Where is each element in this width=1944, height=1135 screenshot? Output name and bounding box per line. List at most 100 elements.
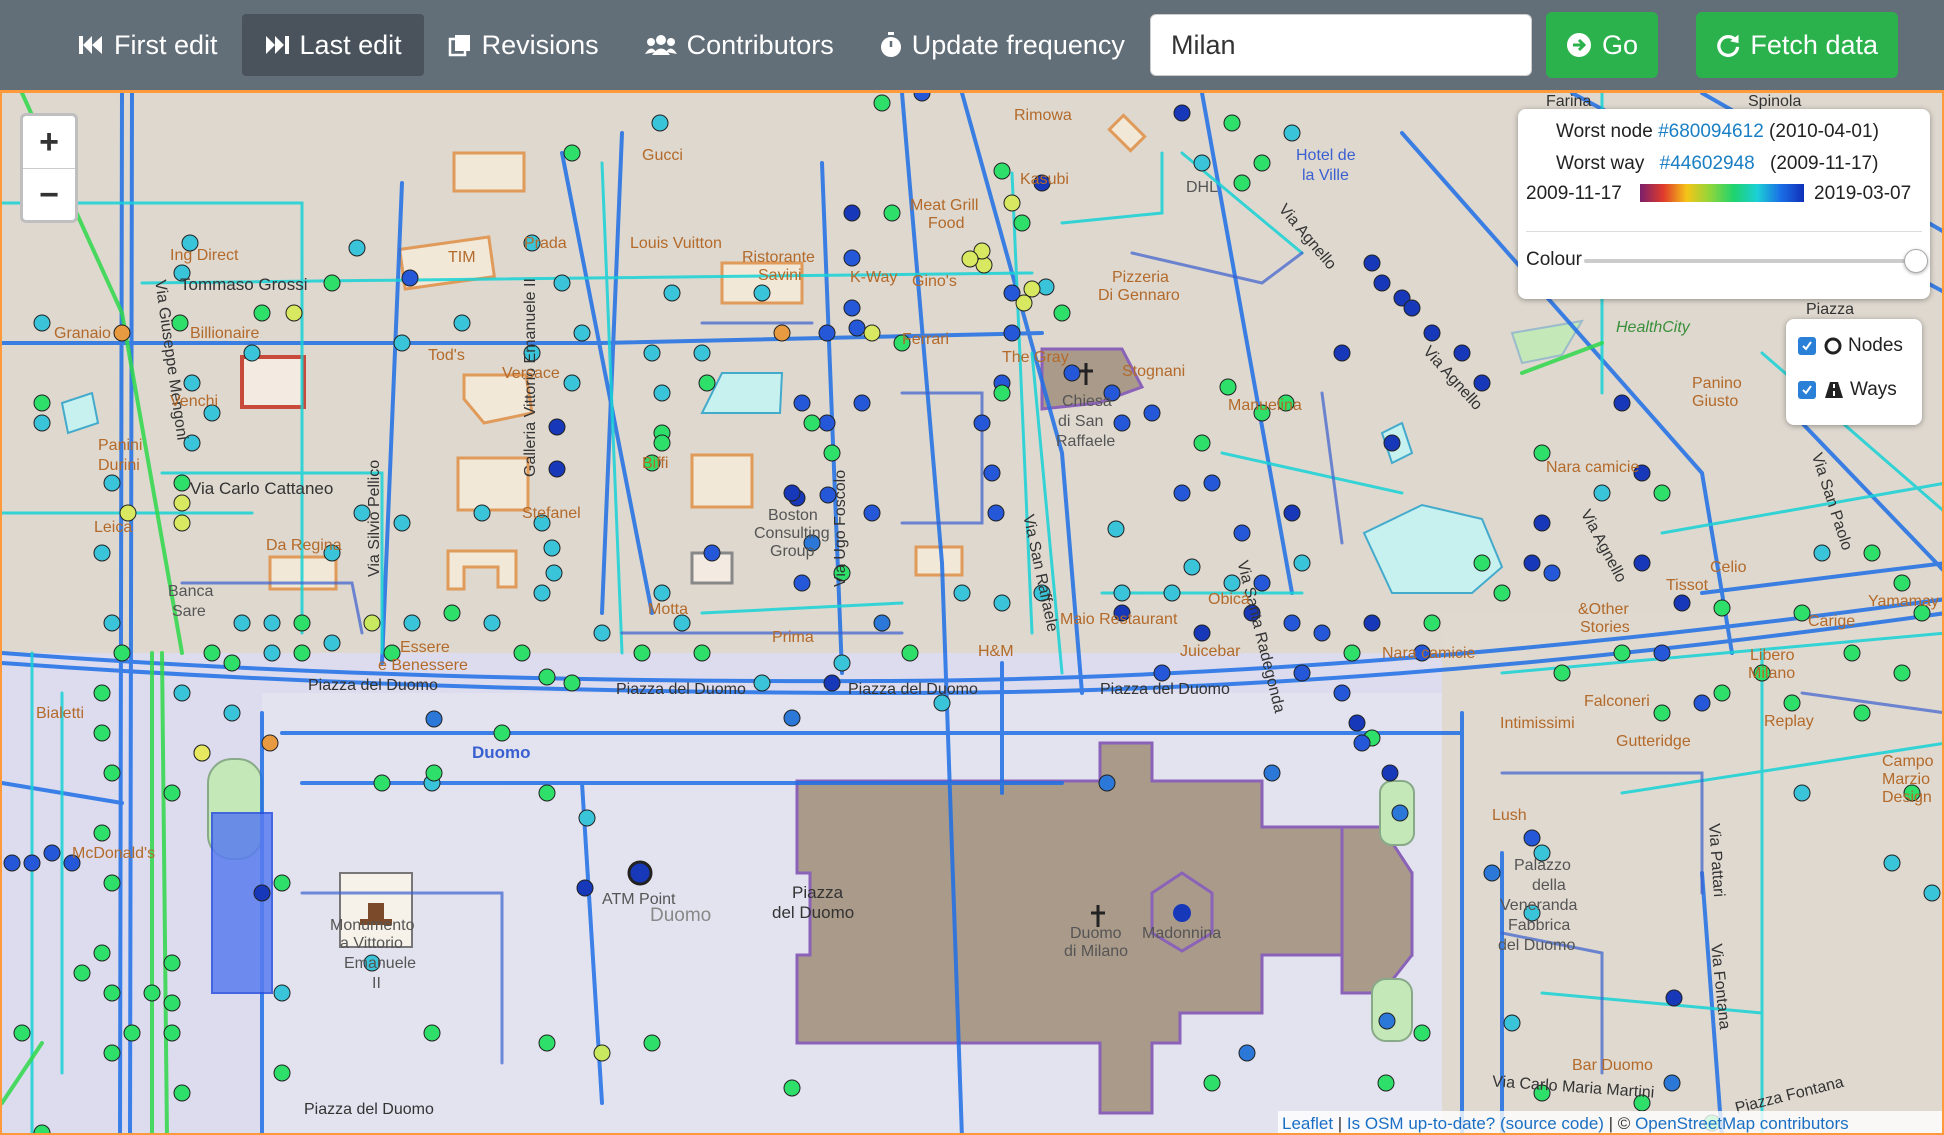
poi-label: Gucci [642,147,683,164]
leaflet-link[interactable]: Leaflet [1282,1114,1333,1133]
place-label: Madonnina [1142,925,1222,942]
tab-last-edit-label: Last edit [299,29,402,60]
poi-label: Replay [1764,713,1814,730]
worst-way-date: (2009-11-17) [1770,153,1879,174]
poi-label: Ferrari [902,331,950,348]
go-button[interactable]: Go [1546,12,1659,78]
poi-label: H&M [978,643,1014,660]
location-search-input[interactable] [1150,14,1532,76]
poi-label: Maio Restaurant [1060,611,1178,628]
legend-divider [1526,231,1922,232]
poi-label: Di Gennaro [1098,287,1180,304]
tab-first-edit-label: First edit [114,29,218,60]
source-code-link[interactable]: (source code) [1500,1114,1604,1133]
poi-label: Yamamay [1868,593,1939,610]
zoom-in-button[interactable]: + [23,116,75,168]
worst-node-date: (2010-04-01) [1769,121,1879,142]
fetch-data-button[interactable]: Fetch data [1696,12,1898,78]
poi-label: TIM [448,249,476,266]
place-label: Duomo [472,743,531,762]
poi-label: Kasubi [1020,171,1069,188]
place-label: la Ville [1302,167,1349,184]
place-label: Raffaele [1056,433,1116,450]
layer-control: Nodes Ways [1786,319,1922,425]
nodes-layer-label: Nodes [1848,335,1903,356]
street-label: Via Silvio Pellico [366,459,383,577]
scale-min-label: 2009-11-17 [1526,183,1622,204]
colour-slider-thumb[interactable] [1904,249,1928,273]
tab-revisions[interactable]: Revisions [426,14,621,76]
tab-first-edit[interactable]: First edit [56,14,240,76]
worst-way-label: Worst way [1556,153,1645,174]
poi-label: Granaio [54,325,111,342]
place-label: Duomo [650,905,712,926]
stopwatch-icon [880,32,901,57]
place-label: Banca [168,583,214,600]
tab-contributors-label: Contributors [686,29,834,60]
poi-label: Versace [502,365,560,382]
tab-update-frequency[interactable]: Update frequency [858,14,1147,76]
poi-label: Stognani [1122,363,1186,380]
poi-label: Gutteridge [1616,733,1691,750]
colour-label: Colour [1526,249,1582,270]
go-button-label: Go [1602,29,1639,60]
poi-label: Pizzeria [1112,269,1169,286]
poi-label: Gino's [912,273,957,290]
nodes-layer-toggle[interactable]: Nodes [1798,335,1903,357]
osm-contributors-link[interactable]: OpenStreetMap contributors [1635,1114,1849,1133]
poi-label: Obicà [1208,591,1250,608]
colour-slider-track[interactable] [1584,259,1914,263]
poi-label: Campo [1882,753,1934,770]
poi-label: e Benessere [378,657,468,674]
place-label: Hotel de [1296,147,1356,164]
skip-forward-icon [265,36,289,54]
place-label: Piazza [792,883,844,902]
street-label: Piazza del Duomo [308,677,438,694]
attribution-copyright: | © [1603,1114,1636,1133]
place-label: Chiesa [1062,393,1112,410]
circle-node-icon [1824,337,1842,355]
map-viewport[interactable]: Piazza del Duomo Piazza del Duomo Piazza… [0,90,1944,1135]
worst-node-link[interactable]: #680094612 [1658,121,1764,142]
worst-way-link[interactable]: #44602948 [1660,153,1755,174]
poi-label: Panino [1692,375,1742,392]
poi-label: Celio [1710,559,1747,576]
poi-label: Prada [524,235,567,252]
poi-label: Design [1882,789,1932,806]
poi-label: Tod's [428,347,465,364]
road-way-icon [1825,382,1843,398]
ways-layer-toggle[interactable]: Ways [1798,379,1897,401]
place-label: del Duomo [772,903,855,922]
worst-node-label: Worst node [1556,121,1653,142]
project-link[interactable]: Is OSM up-to-date? [1347,1114,1495,1133]
poi-label: Stefanel [522,505,581,522]
place-label: Group [770,543,815,560]
tab-last-edit[interactable]: Last edit [241,14,424,76]
poi-label: DHL [1186,179,1219,196]
poi-label: Venchi [170,393,219,410]
poi-label: HealthCity [1616,319,1690,336]
poi-label: &Other [1578,601,1629,618]
tab-contributors[interactable]: Contributors [623,14,856,76]
refresh-icon [1717,34,1740,57]
nodes-checkbox[interactable] [1798,337,1816,355]
place-label: Boston [768,507,818,524]
legend-panel: Worst node #680094612 (2010-04-01) Worst… [1518,109,1930,299]
poi-label: Giusto [1692,393,1739,410]
poi-label: The Gray [1002,349,1069,366]
street-label: Piazza del Duomo [616,681,746,698]
poi-label: Panini [98,437,143,454]
fetch-data-button-label: Fetch data [1750,29,1878,60]
poi-label: Savini [758,267,802,284]
ways-checkbox[interactable] [1798,381,1816,399]
street-label: Tommaso Grossi [180,275,308,294]
poi-label: Rimowa [1014,107,1072,124]
colour-scale-bar [1640,184,1804,202]
zoom-out-button[interactable]: − [23,168,75,221]
poi-label: Leica [94,519,133,536]
poi-label: Da Regina [266,537,342,554]
poi-label: Billionaire [190,325,260,342]
poi-label: Motta [648,601,689,618]
poi-label: Falconeri [1584,693,1650,710]
poi-label: Durini [98,457,140,474]
